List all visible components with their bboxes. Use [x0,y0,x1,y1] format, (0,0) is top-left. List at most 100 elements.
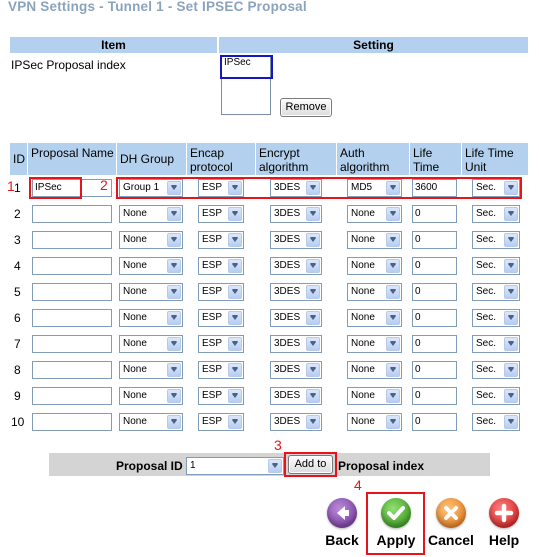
auth-value: None [351,286,375,297]
input-life[interactable]: 0 [412,257,457,275]
chevron-down-icon [386,285,400,299]
select-auth[interactable]: None [347,231,402,249]
add-to-button[interactable]: Add to [288,455,333,474]
select-auth[interactable]: None [347,257,402,275]
input-life[interactable]: 0 [412,335,457,353]
encap-value: ESP [202,260,223,271]
input-name[interactable] [32,231,112,249]
input-name[interactable] [32,361,112,379]
select-auth[interactable]: None [347,413,402,431]
select-unit[interactable]: Sec. [472,257,520,275]
select-auth[interactable]: None [347,205,402,223]
select-dh[interactable]: None [119,387,183,405]
select-dh[interactable]: None [119,413,183,431]
select-encap[interactable]: ESP [198,309,244,327]
step-2-marker: 2 [100,177,108,193]
input-life[interactable]: 0 [412,361,457,379]
select-unit[interactable]: Sec. [472,387,520,405]
input-name[interactable] [32,283,112,301]
remove-button[interactable]: Remove [280,98,332,117]
select-encap[interactable]: ESP [198,205,244,223]
select-dh[interactable]: None [119,309,183,327]
select-unit[interactable]: Sec. [472,413,520,431]
auth-value: None [351,234,375,245]
select-dh[interactable]: None [119,257,183,275]
encrypt-value: 3DES [274,312,301,323]
select-encrypt[interactable]: 3DES [270,387,322,405]
dh-value: None [123,208,147,219]
select-dh[interactable]: None [119,205,183,223]
select-encap[interactable]: ESP [198,231,244,249]
life-value: 0 [415,416,421,427]
unit-value: Sec. [476,312,497,323]
select-encap[interactable]: ESP [198,283,244,301]
input-name[interactable] [32,413,112,431]
input-name[interactable] [32,335,112,353]
select-unit[interactable]: Sec. [472,361,520,379]
apply-label: Apply [376,532,416,548]
row-id: 5 [14,285,21,299]
input-life[interactable]: 0 [412,283,457,301]
encap-value: ESP [202,390,223,401]
input-life[interactable]: 0 [412,387,457,405]
select-dh[interactable]: None [119,335,183,353]
auth-value: None [351,364,375,375]
select-encrypt[interactable]: 3DES [270,257,322,275]
select-auth[interactable]: None [347,309,402,327]
select-encrypt[interactable]: 3DES [270,283,322,301]
select-unit[interactable]: Sec. [472,335,520,353]
input-name[interactable] [32,257,112,275]
life-value: 0 [415,260,421,271]
row-id: 1 [14,181,21,195]
select-encap[interactable]: ESP [198,413,244,431]
cancel-button[interactable]: Cancel [427,498,475,548]
chevron-down-icon [386,207,400,221]
select-encap[interactable]: ESP [198,387,244,405]
select-auth[interactable]: None [347,361,402,379]
chevron-down-icon [228,363,242,377]
apply-button[interactable]: Apply [373,498,419,548]
arrow-left-icon [327,498,357,528]
select-dh[interactable]: None [119,231,183,249]
select-encrypt[interactable]: 3DES [270,361,322,379]
proposal-id-select[interactable]: 1 [186,457,284,475]
back-button[interactable]: Back [322,498,362,548]
unit-value: Sec. [476,390,497,401]
select-unit[interactable]: Sec. [472,231,520,249]
select-auth[interactable]: None [347,283,402,301]
select-unit[interactable]: Sec. [472,309,520,327]
input-life[interactable]: 0 [412,231,457,249]
select-encrypt[interactable]: 3DES [270,205,322,223]
encap-value: ESP [202,312,223,323]
input-name[interactable] [32,387,112,405]
row-id: 2 [14,207,21,221]
input-life[interactable]: 0 [412,205,457,223]
select-encrypt[interactable]: 3DES [270,309,322,327]
input-life[interactable]: 0 [412,413,457,431]
input-name[interactable] [32,205,112,223]
select-auth[interactable]: None [347,387,402,405]
select-encrypt[interactable]: 3DES [270,335,322,353]
column-header-auth: Auth algorithm [337,143,409,175]
life-value: 0 [415,338,421,349]
select-encrypt[interactable]: 3DES [270,231,322,249]
auth-value: None [351,390,375,401]
select-encap[interactable]: ESP [198,257,244,275]
chevron-down-icon [167,285,181,299]
chevron-down-icon [504,285,518,299]
select-dh[interactable]: None [119,361,183,379]
select-unit[interactable]: Sec. [472,283,520,301]
column-header-encrypt: Encrypt algorithm [256,143,336,175]
help-button[interactable]: Help [484,498,524,548]
select-auth[interactable]: None [347,335,402,353]
encap-value: ESP [202,416,223,427]
select-dh[interactable]: None [119,283,183,301]
chevron-down-icon [306,363,320,377]
input-life[interactable]: 0 [412,309,457,327]
select-encap[interactable]: ESP [198,335,244,353]
select-encrypt[interactable]: 3DES [270,413,322,431]
input-name[interactable] [32,309,112,327]
select-encap[interactable]: ESP [198,361,244,379]
select-unit[interactable]: Sec. [472,205,520,223]
row-id: 8 [14,363,21,377]
